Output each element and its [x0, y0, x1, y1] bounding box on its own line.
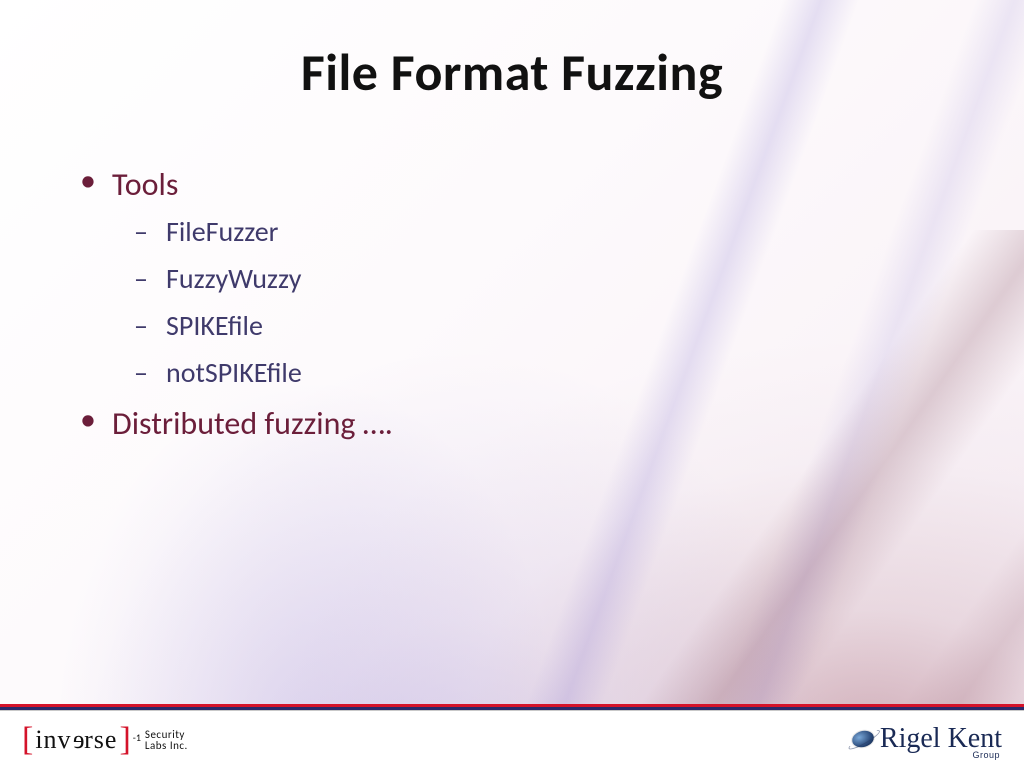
bullet-tools-label: Tools	[112, 165, 178, 204]
bullet-list: Tools FileFuzzer FuzzyWuzzy SPIKEfile no…	[80, 165, 964, 443]
bullet-distributed: Distributed fuzzing ….	[80, 404, 964, 443]
logo-script: Rigel Kent Group	[880, 728, 1002, 750]
tool-item: FileFuzzer	[112, 214, 964, 249]
logo-word: inverse	[33, 725, 119, 755]
logo-subtitle: Security Labs Inc.	[145, 729, 188, 751]
logo-rigel-kent: Rigel Kent Group	[852, 728, 1002, 750]
bracket-open-icon: [	[22, 723, 33, 757]
tool-item: FuzzyWuzzy	[112, 261, 964, 296]
footer: [ inverse ] -1 Security Labs Inc. Rigel …	[0, 710, 1024, 768]
slide: File Format Fuzzing Tools FileFuzzer Fuz…	[0, 0, 1024, 768]
logo-inverse: [ inverse ] -1 Security Labs Inc.	[22, 723, 188, 757]
bracket-close-icon: ]	[119, 723, 130, 757]
tool-item: SPIKEfile	[112, 308, 964, 343]
slide-title: File Format Fuzzing	[0, 40, 1024, 104]
tools-sublist: FileFuzzer FuzzyWuzzy SPIKEfile notSPIKE…	[112, 214, 964, 390]
tool-item: notSPIKEfile	[112, 355, 964, 390]
slide-content: Tools FileFuzzer FuzzyWuzzy SPIKEfile no…	[80, 165, 964, 453]
planet-icon	[850, 729, 875, 750]
logo-superscript: -1	[133, 731, 141, 744]
bullet-tools: Tools FileFuzzer FuzzyWuzzy SPIKEfile no…	[80, 165, 964, 390]
